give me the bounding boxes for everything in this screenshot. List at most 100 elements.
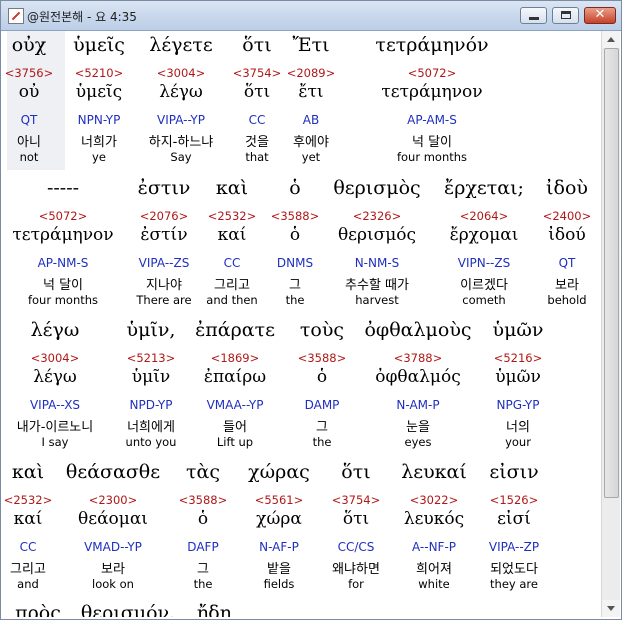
lexical-form: ὑμῖν [131,367,171,387]
english-gloss: look on [92,577,134,591]
greek-word[interactable]: λέγετε [149,34,212,56]
english-gloss: the [312,435,332,449]
korean-gloss: 보라 [101,562,125,577]
app-icon[interactable] [8,8,24,24]
greek-word[interactable]: ----- [47,177,79,199]
interlinear-view[interactable]: οὐχ <3756> οὐ QT 아니 not ὑμεῖς <5210> ὑμεῖς NPN-YP… [4,31,599,617]
strongs-number[interactable]: <5561> [255,493,304,507]
parsing-code: QT [558,256,576,270]
strongs-number[interactable]: <1869> [211,351,260,365]
lexical-form: ὅτι [342,509,370,529]
lexical-form: ὑμῶν [495,367,541,387]
english-gloss: I say [41,435,69,449]
strongs-number[interactable]: <3756> [5,66,54,80]
strongs-number[interactable]: <1526> [490,493,539,507]
strongs-number[interactable]: <5072> [408,66,457,80]
greek-word[interactable]: καὶ [12,461,44,483]
korean-gloss: 그 [316,420,328,435]
greek-word[interactable]: θερισμόν. [81,602,175,617]
greek-word[interactable]: οὐχ [12,34,47,56]
greek-word[interactable]: ἐστιν [138,177,191,199]
scroll-up-button[interactable] [602,31,620,48]
greek-word[interactable]: τετράμηνόν [375,34,488,56]
greek-word[interactable]: πρὸς [15,602,61,617]
strongs-number[interactable]: <3588> [298,351,347,365]
strongs-number[interactable]: <2064> [460,209,509,223]
korean-gloss: 아니 [17,135,41,150]
greek-word[interactable]: ὀφθαλμοὺς [364,319,471,341]
parsing-code: CC [223,256,241,270]
lexical-form: ὑμεῖς [75,82,123,102]
greek-word[interactable]: ἐπάρατε [195,319,275,341]
minimize-button[interactable] [520,7,547,24]
lexical-form: ὁ [197,509,209,529]
parsing-code: N-AF-P [259,540,299,554]
parsing-code: DAFP [187,540,219,554]
parsing-code: AB [302,113,320,127]
greek-word[interactable]: τὰς [186,461,220,483]
close-button[interactable]: ✕ [584,7,616,24]
strongs-number[interactable]: <2532> [208,209,257,223]
strongs-number[interactable]: <3754> [332,493,381,507]
lexical-form: ἔτι [298,82,324,102]
lexical-form: καί [217,225,247,245]
strongs-number[interactable]: <5213> [127,351,176,365]
strongs-number[interactable]: <5072> [39,209,88,223]
strongs-number[interactable]: <3022> [410,493,459,507]
parsing-code: N-AM-P [396,398,440,412]
strongs-number[interactable]: <3588> [271,209,320,223]
greek-word[interactable]: ὑμεῖς [73,34,125,56]
english-gloss: not [19,150,39,164]
greek-word[interactable]: τοὺς [300,319,344,341]
korean-gloss: 되었도다 [490,562,538,577]
greek-word[interactable]: ὑμῖν, [127,319,176,341]
lexical-form: ἐστίν [140,225,188,245]
strongs-number[interactable]: <3004> [157,66,206,80]
strongs-number[interactable]: <5216> [494,351,543,365]
strongs-number[interactable]: <2532> [4,493,52,507]
title-bar[interactable]: @원전본해 - 요 4:35 ✕ [1,1,621,31]
korean-gloss: 그리고 [10,562,46,577]
lexical-form: ὁ [316,367,328,387]
greek-word[interactable]: ἔρχεται; [444,177,524,199]
english-gloss: that [245,150,269,164]
greek-word[interactable]: λευκαί [401,461,467,483]
korean-gloss: 후에야 [293,135,329,150]
parsing-code: NPD-YP [129,398,173,412]
strongs-number[interactable]: <3588> [179,493,228,507]
greek-word[interactable]: εἰσιν [489,461,538,483]
greek-word[interactable]: θεάσασθε [66,461,160,483]
greek-word[interactable]: ὅτι [341,461,370,483]
strongs-number[interactable]: <3004> [31,351,80,365]
maximize-button[interactable] [552,7,579,24]
strongs-number[interactable]: <2400> [543,209,592,223]
greek-word[interactable]: Ἔτι [292,34,329,56]
parsing-code: QT [20,113,38,127]
greek-word[interactable]: ὑμῶν [493,319,544,341]
vertical-scrollbar[interactable] [601,31,620,617]
strongs-number[interactable]: <3754> [233,66,282,80]
greek-word[interactable]: ἰδοὺ [546,177,588,199]
greek-word[interactable]: ἤδη [197,602,231,617]
parsing-code: NPN-YP [77,113,121,127]
english-gloss: cometh [462,293,506,307]
parsing-code: VIPA--ZS [138,256,190,270]
parsing-code: VIPA--XS [29,398,81,412]
korean-gloss: 지나야 [146,278,182,293]
greek-word[interactable]: θερισμὸς [333,177,420,199]
greek-word[interactable]: ὅτι [242,34,271,56]
strongs-number[interactable]: <2300> [89,493,138,507]
greek-word[interactable]: λέγω [31,319,80,341]
lexical-form: λέγω [33,367,77,387]
greek-word[interactable]: καὶ [216,177,248,199]
strongs-number[interactable]: <2076> [140,209,189,223]
greek-word[interactable]: χώρας [248,461,310,483]
strongs-number[interactable]: <2089> [287,66,336,80]
strongs-number[interactable]: <5210> [75,66,124,80]
scroll-thumb[interactable] [604,48,619,498]
strongs-number[interactable]: <2326> [353,209,402,223]
parsing-code: VIPN--ZS [457,256,511,270]
scroll-down-button[interactable] [602,600,620,617]
strongs-number[interactable]: <3788> [394,351,443,365]
greek-word[interactable]: ὁ [289,177,300,199]
